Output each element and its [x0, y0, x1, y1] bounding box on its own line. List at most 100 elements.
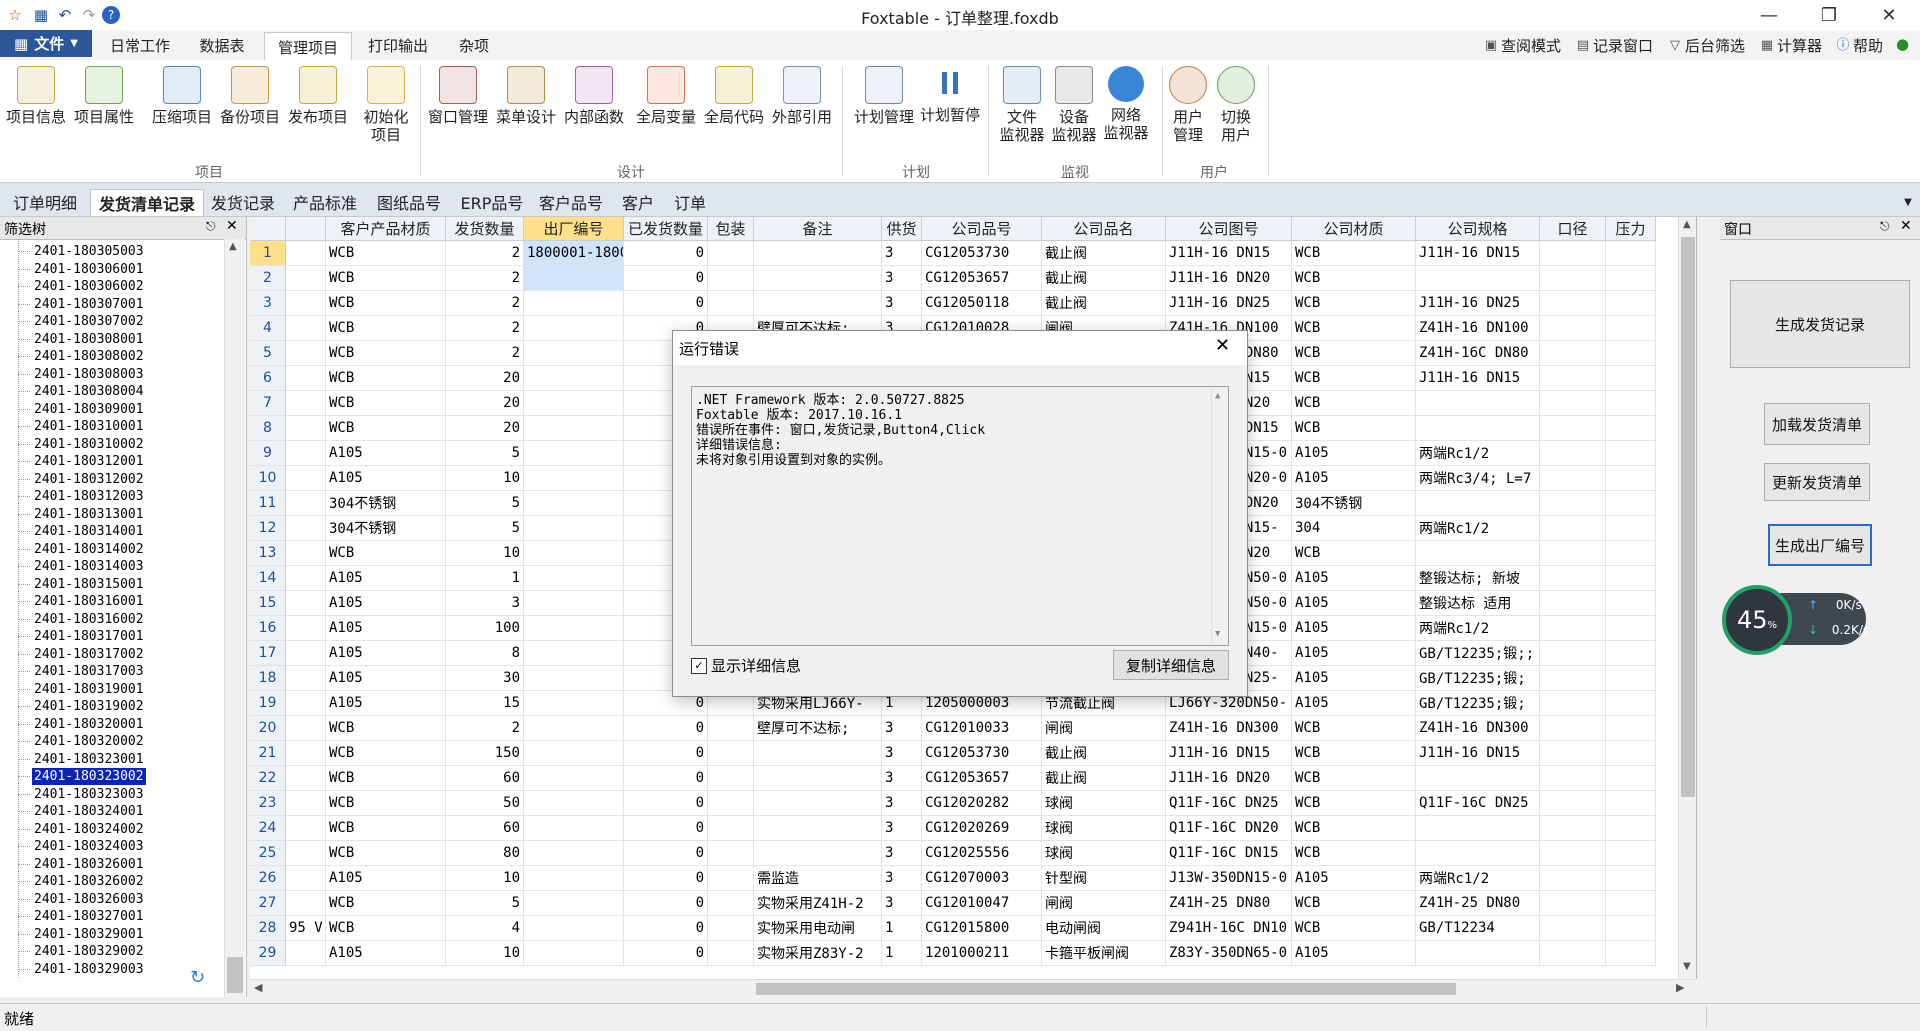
column-header[interactable]: 供货	[882, 217, 922, 241]
grid-cell[interactable]: J11H-16 DN25	[1416, 291, 1540, 316]
sheet-tab-erp-number[interactable]: ERP品号	[456, 189, 528, 215]
grid-cell[interactable]: 20	[446, 416, 524, 441]
grid-cell[interactable]	[1606, 941, 1656, 966]
row-number[interactable]: 7	[250, 391, 286, 416]
grid-cell[interactable]	[708, 741, 754, 766]
grid-cell[interactable]	[1540, 841, 1606, 866]
grid-cell[interactable]: A105	[1292, 691, 1416, 716]
scroll-right-icon[interactable]: ▶	[1676, 981, 1684, 994]
grid-cell[interactable]: WCB	[326, 766, 446, 791]
tree-node[interactable]: 2401-180308002	[32, 348, 146, 365]
tree-node[interactable]: 2401-180314001	[32, 523, 146, 540]
grid-cell[interactable]	[524, 316, 624, 341]
initialize-project-button[interactable]: 初始化 项目	[354, 66, 418, 144]
tab-data-table[interactable]: 数据表	[186, 32, 258, 59]
sheet-tab-customer-number[interactable]: 客户品号	[534, 189, 608, 215]
grid-cell[interactable]	[1606, 541, 1656, 566]
grid-cell[interactable]: 80	[446, 841, 524, 866]
tree-node[interactable]: 2401-180329003	[32, 961, 146, 978]
grid-cell[interactable]: 0	[624, 241, 708, 266]
tree-node[interactable]: 2401-180312002	[32, 471, 146, 488]
grid-cell[interactable]	[1606, 741, 1656, 766]
grid-cell[interactable]: 3	[882, 841, 922, 866]
grid-cell[interactable]	[524, 766, 624, 791]
grid-cell[interactable]	[524, 366, 624, 391]
grid-cell[interactable]: A105	[326, 666, 446, 691]
error-details-text[interactable]: .NET Framework 版本: 2.0.50727.8825 Foxtab…	[691, 386, 1229, 646]
grid-cell[interactable]	[1540, 941, 1606, 966]
tab-print-output[interactable]: 打印输出	[356, 32, 440, 59]
scroll-up-icon[interactable]: ▲	[229, 241, 237, 252]
grid-cell[interactable]	[286, 791, 326, 816]
grid-cell[interactable]	[1606, 416, 1656, 441]
grid-cell[interactable]: 壁厚可不达标;	[754, 716, 882, 741]
grid-cell[interactable]	[524, 591, 624, 616]
grid-cell[interactable]: 10	[446, 866, 524, 891]
row-number[interactable]: 14	[250, 566, 286, 591]
grid-cell[interactable]: J11H-16 DN15	[1416, 366, 1540, 391]
grid-cell[interactable]: WCB	[1292, 291, 1416, 316]
grid-cell[interactable]: A105	[1292, 566, 1416, 591]
grid-cell[interactable]	[1606, 791, 1656, 816]
tree-node[interactable]: 2401-180324002	[32, 821, 146, 838]
pin-icon[interactable]: ⎋	[206, 219, 216, 234]
row-number[interactable]: 19	[250, 691, 286, 716]
grid-cell[interactable]	[286, 566, 326, 591]
menu-design-button[interactable]: 菜单设计	[494, 66, 558, 126]
grid-cell[interactable]: WCB	[326, 891, 446, 916]
grid-cell[interactable]	[286, 616, 326, 641]
grid-cell[interactable]	[1606, 616, 1656, 641]
grid-cell[interactable]: 2	[446, 716, 524, 741]
grid-cell[interactable]: WCB	[326, 416, 446, 441]
grid-cell[interactable]	[1540, 266, 1606, 291]
grid-cell[interactable]: 2	[446, 241, 524, 266]
grid-cell[interactable]: WCB	[326, 391, 446, 416]
grid-cell[interactable]: 95 V	[286, 916, 326, 941]
grid-cell[interactable]: 两端Rc3/4; L=7	[1416, 466, 1540, 491]
grid-cell[interactable]: 5	[446, 441, 524, 466]
generate-shipping-record-button[interactable]: 生成发货记录	[1730, 280, 1910, 368]
grid-cell[interactable]: A105	[326, 466, 446, 491]
grid-cell[interactable]: J11H-16 DN15	[1166, 741, 1292, 766]
grid-cell[interactable]	[1606, 816, 1656, 841]
grid-vertical-scrollbar[interactable]: ▲ ▼	[1678, 217, 1696, 979]
grid-cell[interactable]: 0	[624, 841, 708, 866]
grid-cell[interactable]	[286, 316, 326, 341]
grid-cell[interactable]	[1606, 291, 1656, 316]
grid-cell[interactable]	[524, 491, 624, 516]
grid-cell[interactable]: WCB	[326, 291, 446, 316]
grid-cell[interactable]	[286, 516, 326, 541]
grid-cell[interactable]	[286, 641, 326, 666]
calculator-button[interactable]: ▦ 计算器	[1760, 35, 1822, 56]
scroll-down-icon[interactable]: ▼	[1683, 961, 1691, 972]
tree-node[interactable]: 2401-180327001	[32, 908, 146, 925]
restore-button[interactable]: ❐	[1806, 0, 1852, 30]
grid-cell[interactable]: WCB	[1292, 341, 1416, 366]
grid-cell[interactable]: A105	[326, 616, 446, 641]
grid-cell[interactable]: 30	[446, 666, 524, 691]
grid-cell[interactable]: 3	[882, 241, 922, 266]
tree-node[interactable]: 2401-180326003	[32, 891, 146, 908]
sheet-tab-drawing-number[interactable]: 图纸品号	[372, 189, 446, 215]
grid-cell[interactable]	[1540, 391, 1606, 416]
grid-cell[interactable]	[1540, 341, 1606, 366]
grid-cell[interactable]	[1416, 766, 1540, 791]
grid-cell[interactable]: 3	[882, 266, 922, 291]
grid-cell[interactable]	[286, 741, 326, 766]
close-icon[interactable]: ✕	[226, 218, 238, 234]
grid-cell[interactable]: 球阀	[1042, 816, 1166, 841]
grid-cell[interactable]: J11H-16 DN15	[1416, 741, 1540, 766]
column-header[interactable]: 发货数量	[446, 217, 524, 241]
grid-cell[interactable]	[708, 791, 754, 816]
grid-cell[interactable]	[708, 291, 754, 316]
grid-cell[interactable]: Z41H-16 DN300	[1416, 716, 1540, 741]
grid-hscroll-thumb[interactable]	[756, 983, 1456, 995]
grid-cell[interactable]	[1540, 791, 1606, 816]
grid-cell[interactable]: A105	[1292, 641, 1416, 666]
grid-cell[interactable]: WCB	[326, 266, 446, 291]
grid-cell[interactable]: 20	[446, 366, 524, 391]
column-header[interactable]: 包装	[708, 217, 754, 241]
grid-cell[interactable]: WCB	[326, 841, 446, 866]
grid-cell[interactable]: A105	[1292, 616, 1416, 641]
tree-node[interactable]: 2401-180314002	[32, 541, 146, 558]
